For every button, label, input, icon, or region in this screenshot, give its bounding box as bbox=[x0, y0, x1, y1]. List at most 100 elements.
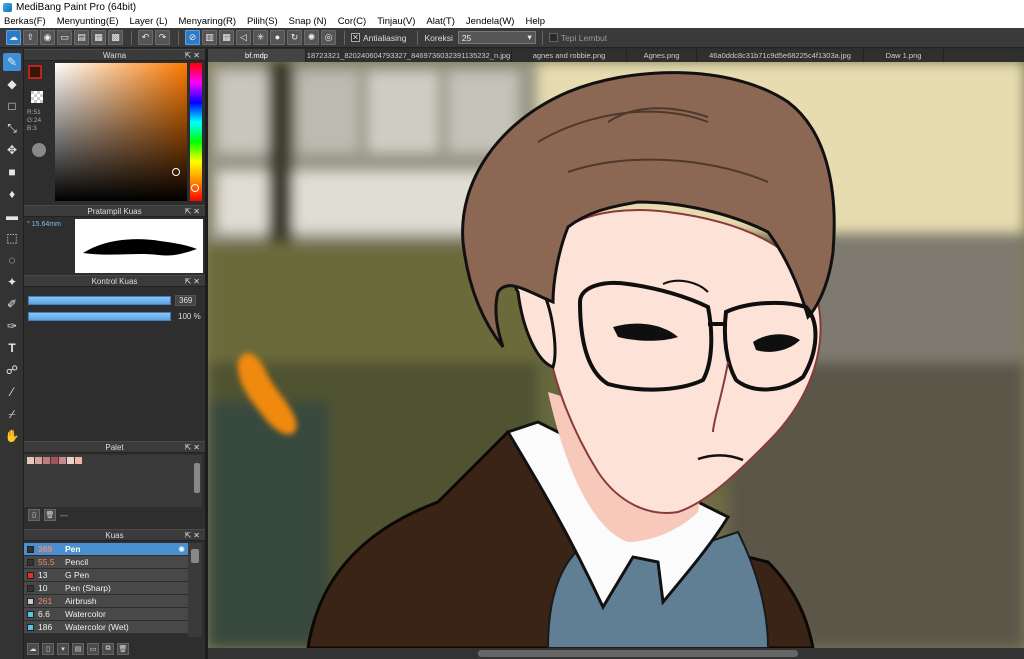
snap-crisscross-icon[interactable]: ▦ bbox=[219, 30, 234, 45]
folder-icon[interactable]: ▭ bbox=[87, 643, 99, 655]
palette-swatch[interactable] bbox=[67, 457, 74, 464]
scrollbar-thumb[interactable] bbox=[478, 650, 798, 657]
menu-layer[interactable]: Layer (L) bbox=[129, 16, 167, 27]
lasso-tool-icon[interactable]: ◌ bbox=[3, 251, 21, 269]
eraser-tool-icon[interactable]: ◆ bbox=[3, 75, 21, 93]
saturation-value-picker[interactable] bbox=[55, 63, 187, 201]
snap-vanishing-icon[interactable]: ◁ bbox=[236, 30, 251, 45]
document-tab[interactable]: 46a0ddc8c31b71c9d5e68225c4f1303a.jpg bbox=[697, 49, 864, 62]
panel-controls-icon[interactable]: ⇱✕ bbox=[185, 207, 202, 216]
menu-berkas[interactable]: Berkas(F) bbox=[4, 16, 46, 27]
document-tab[interactable]: agnes and robbie.png bbox=[512, 49, 627, 62]
palette-scrollbar[interactable] bbox=[192, 455, 202, 507]
brush-opacity-slider[interactable] bbox=[28, 311, 171, 321]
grid-icon[interactable]: ▦ bbox=[91, 30, 106, 45]
eyedropper-tool-icon[interactable]: ⌿ bbox=[3, 405, 21, 423]
duplicate-brush-icon[interactable]: ⧉ bbox=[102, 643, 114, 655]
menu-menyunting[interactable]: Menyunting(E) bbox=[57, 16, 119, 27]
brush-item-g-pen[interactable]: 13 G Pen bbox=[24, 569, 188, 582]
hue-slider[interactable] bbox=[190, 63, 202, 201]
menu-snap[interactable]: Snap (N) bbox=[289, 16, 327, 27]
snap-settings-icon[interactable]: ✺ bbox=[304, 30, 319, 45]
snap-circle-icon[interactable]: ● bbox=[270, 30, 285, 45]
magic-wand-tool-icon[interactable]: ✦ bbox=[3, 273, 21, 291]
brush-list-scrollbar[interactable] bbox=[188, 543, 202, 637]
menu-tinjau[interactable]: Tinjau(V) bbox=[377, 16, 415, 27]
hue-cursor[interactable] bbox=[191, 184, 199, 192]
brush-tool-icon[interactable]: ✎ bbox=[3, 53, 21, 71]
panel-icon[interactable]: ▤ bbox=[74, 30, 89, 45]
export-icon[interactable]: ⇪ bbox=[23, 30, 38, 45]
frame-icon[interactable]: ▩ bbox=[108, 30, 123, 45]
panel-controls-icon[interactable]: ⇱✕ bbox=[185, 443, 202, 452]
antialiasing-checkbox[interactable]: ✕ bbox=[351, 33, 360, 42]
divide-tool-icon[interactable]: ⁄ bbox=[3, 383, 21, 401]
sv-cursor[interactable] bbox=[172, 168, 180, 176]
document-tab[interactable]: Daw 1.png bbox=[864, 49, 944, 62]
color-palette-icon[interactable] bbox=[32, 143, 46, 157]
menu-alat[interactable]: Alat(T) bbox=[426, 16, 455, 27]
palette-swatch[interactable] bbox=[75, 457, 82, 464]
scrollbar-thumb[interactable] bbox=[191, 549, 199, 563]
bucket-tool-icon[interactable]: ♦ bbox=[3, 185, 21, 203]
comment-icon[interactable]: ▭ bbox=[57, 30, 72, 45]
transparent-color-swatch[interactable] bbox=[31, 91, 43, 103]
correction-select[interactable]: 25 ▾ bbox=[457, 31, 536, 44]
delete-brush-icon[interactable]: 🗑 bbox=[117, 643, 129, 655]
palette-swatch[interactable] bbox=[27, 457, 34, 464]
palette-swatch[interactable] bbox=[59, 457, 66, 464]
brush-item-pen[interactable]: 369 Pen ✺ bbox=[24, 543, 188, 556]
redo-icon[interactable]: ↷ bbox=[155, 30, 170, 45]
snap-curve-icon[interactable]: ↻ bbox=[287, 30, 302, 45]
gear-icon[interactable]: ✺ bbox=[178, 545, 185, 554]
operation-tool-icon[interactable]: ☍ bbox=[3, 361, 21, 379]
brush-settings-icon[interactable]: ▤ bbox=[72, 643, 84, 655]
menu-pilih[interactable]: Pilih(S) bbox=[247, 16, 278, 27]
brush-item-airbrush[interactable]: 261 Airbrush bbox=[24, 595, 188, 608]
brush-item-watercolor-wet[interactable]: 186 Watercolor (Wet) bbox=[24, 621, 188, 634]
canvas-horizontal-scrollbar[interactable] bbox=[208, 648, 1024, 659]
brush-size-field[interactable]: 369 bbox=[175, 294, 197, 306]
menu-menyaring[interactable]: Menyaring(R) bbox=[179, 16, 237, 27]
menu-jendela[interactable]: Jendela(W) bbox=[466, 16, 515, 27]
drawing-canvas[interactable] bbox=[208, 62, 1024, 648]
cloud-brush-icon[interactable]: ☁ bbox=[27, 643, 39, 655]
delete-palette-icon[interactable]: 🗑 bbox=[44, 509, 56, 521]
add-brush-icon[interactable]: ▯ bbox=[42, 643, 54, 655]
gradient-tool-icon[interactable]: ▬ bbox=[3, 207, 21, 225]
select-eraser-tool-icon[interactable]: ✑ bbox=[3, 317, 21, 335]
palette-swatch[interactable] bbox=[35, 457, 42, 464]
document-tab[interactable]: bf.mdp bbox=[208, 49, 306, 62]
panel-controls-icon[interactable]: ⇱✕ bbox=[185, 51, 202, 60]
foreground-color-swatch[interactable] bbox=[28, 65, 42, 79]
brush-item-pencil[interactable]: 55.5 Pencil bbox=[24, 556, 188, 569]
palette-swatch[interactable] bbox=[43, 457, 50, 464]
select-tool-icon[interactable]: ⬚ bbox=[3, 229, 21, 247]
vector-tool-icon[interactable]: ⤡ bbox=[3, 119, 21, 137]
select-pen-tool-icon[interactable]: ✐ bbox=[3, 295, 21, 313]
rectangle-tool-icon[interactable]: □ bbox=[3, 97, 21, 115]
move-tool-icon[interactable]: ✥ bbox=[3, 141, 21, 159]
brush-item-pen-sharp[interactable]: 10 Pen (Sharp) bbox=[24, 582, 188, 595]
snap-ring-icon[interactable]: ◎ bbox=[321, 30, 336, 45]
hand-tool-icon[interactable]: ✋ bbox=[3, 427, 21, 445]
add-palette-icon[interactable]: ▯ bbox=[28, 509, 40, 521]
add-brush-menu-icon[interactable]: ▾ bbox=[57, 643, 69, 655]
soft-edge-checkbox[interactable] bbox=[548, 33, 558, 42]
scrollbar-thumb[interactable] bbox=[194, 463, 200, 493]
snap-parallel-icon[interactable]: ▥ bbox=[202, 30, 217, 45]
document-tab[interactable]: 18723321_820240604793327_846973603239113… bbox=[306, 49, 512, 62]
fill-rect-tool-icon[interactable]: ■ bbox=[3, 163, 21, 181]
speech-bubble-icon[interactable]: ◉ bbox=[40, 30, 55, 45]
undo-icon[interactable]: ↶ bbox=[138, 30, 153, 45]
panel-controls-icon[interactable]: ⇱✕ bbox=[185, 531, 202, 540]
brush-item-watercolor[interactable]: 6.6 Watercolor bbox=[24, 608, 188, 621]
panel-controls-icon[interactable]: ⇱✕ bbox=[185, 277, 202, 286]
text-tool-icon[interactable]: T bbox=[3, 339, 21, 357]
snap-radial-icon[interactable]: ✳ bbox=[253, 30, 268, 45]
cloud-icon[interactable]: ☁ bbox=[6, 30, 21, 45]
menu-help[interactable]: Help bbox=[525, 16, 545, 27]
document-tab[interactable]: Agnes.png bbox=[627, 49, 697, 62]
menu-cor[interactable]: Cor(C) bbox=[338, 16, 367, 27]
brush-size-slider[interactable] bbox=[28, 295, 171, 305]
